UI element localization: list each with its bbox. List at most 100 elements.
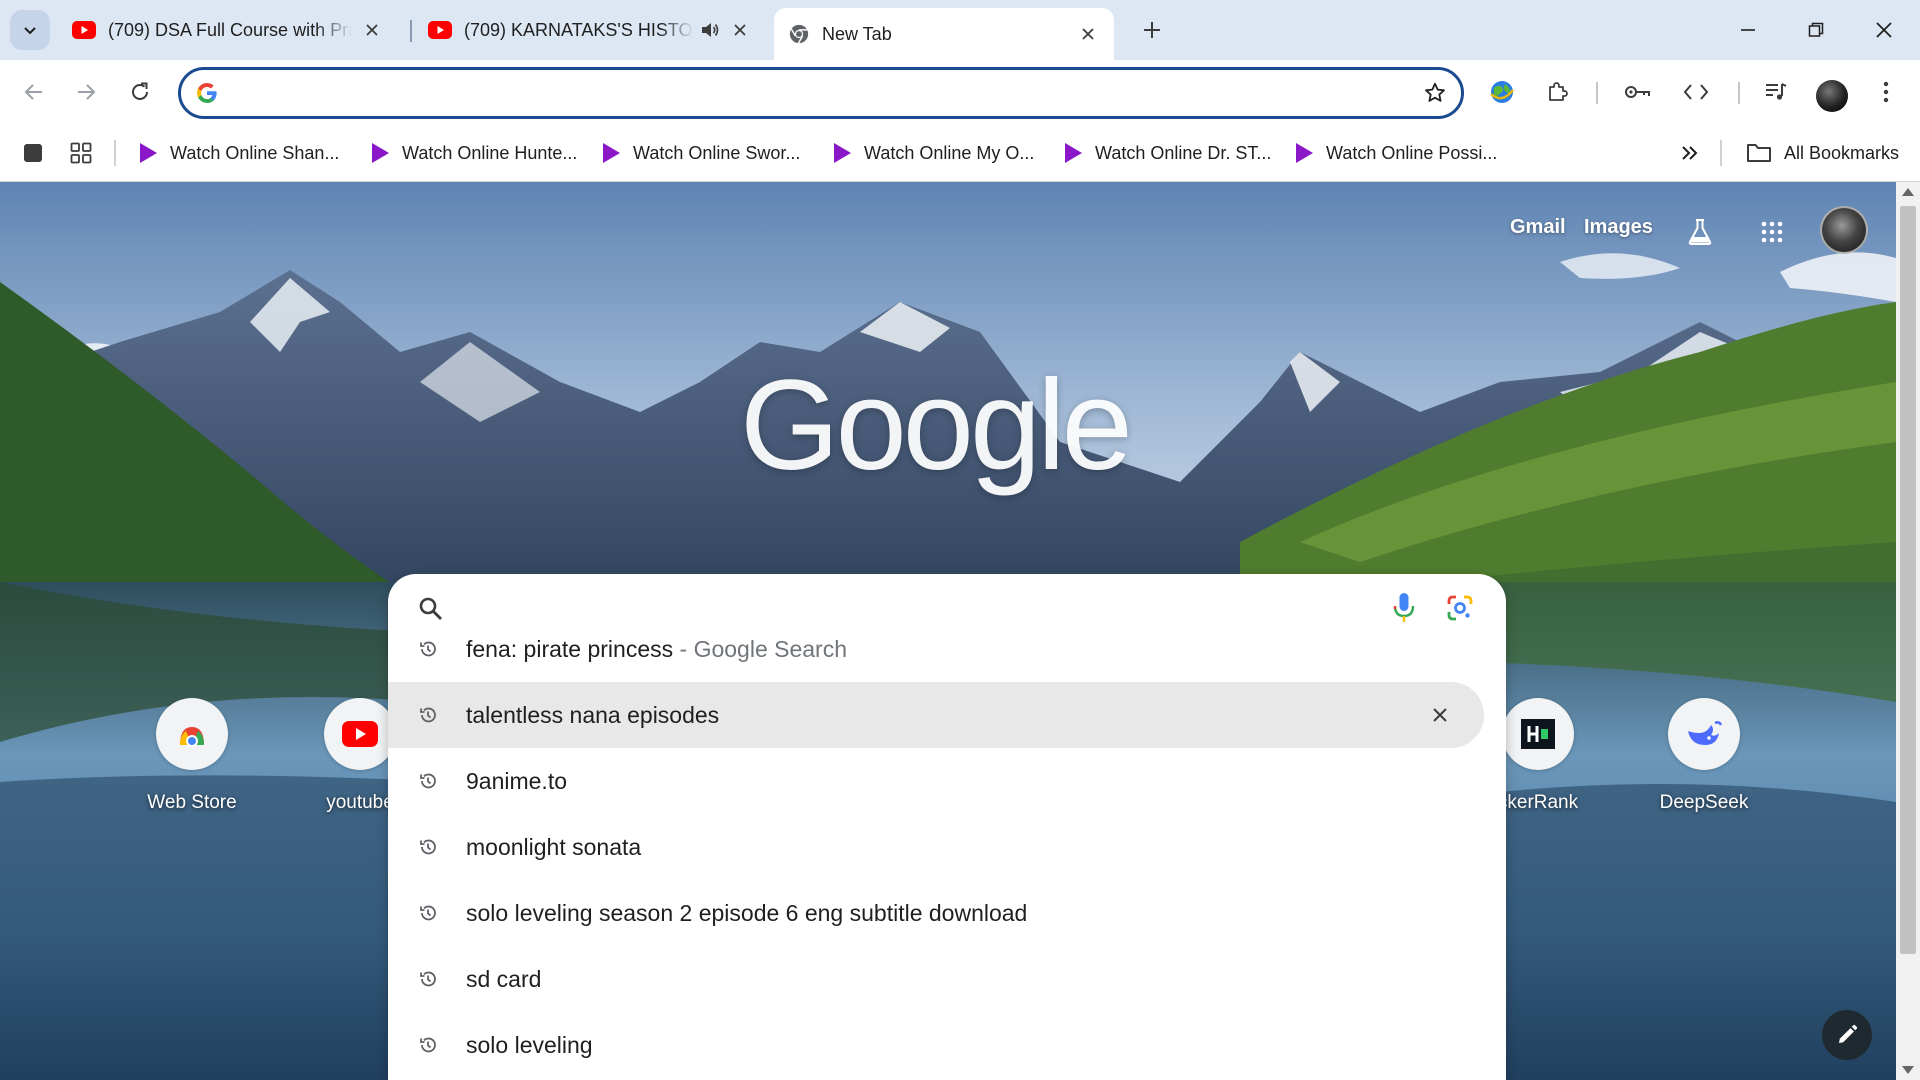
minimize-button[interactable] (1720, 8, 1776, 52)
tab-close-button[interactable] (1076, 22, 1100, 46)
suggestion-item[interactable]: solo leveling (388, 1012, 1484, 1078)
tab-search-button[interactable] (10, 10, 50, 50)
tab-new-tab[interactable]: New Tab (774, 8, 1114, 60)
images-link[interactable]: Images (1584, 216, 1653, 239)
media-controls-button[interactable] (1756, 72, 1796, 112)
folder-icon (1747, 144, 1771, 162)
reload-icon (132, 82, 148, 100)
bookmark-label: Watch Online Swor... (633, 142, 801, 163)
suggestion-item[interactable]: sd card (388, 946, 1484, 1012)
address-input[interactable] (231, 76, 1381, 110)
shortcut-deepseek[interactable]: DeepSeek (1634, 698, 1774, 814)
suggestion-item[interactable]: moonlight sonata (388, 814, 1484, 880)
play-icon (372, 143, 389, 163)
speaker-icon[interactable] (700, 21, 720, 39)
deepseek-whale-icon (1688, 721, 1723, 745)
history-icon (420, 905, 436, 921)
address-bar[interactable] (178, 67, 1464, 119)
shortcut-icon-circle (324, 698, 396, 770)
bookmark-star-icon[interactable] (1423, 81, 1447, 105)
restore-button[interactable] (1788, 8, 1844, 52)
search-box-dropdown: fena: pirate princess - Google Search ta… (388, 574, 1506, 1080)
play-icon (603, 143, 620, 163)
scroll-down-arrow[interactable] (1902, 1066, 1914, 1074)
suggestion-item[interactable]: fena: pirate princess - Google Search (388, 616, 1484, 682)
labs-button[interactable] (1680, 212, 1720, 252)
hackerrank-icon (1521, 719, 1555, 749)
close-icon (366, 24, 378, 36)
toolbar-divider (1738, 82, 1740, 104)
flask-icon (1688, 219, 1712, 245)
history-icon (420, 839, 436, 855)
arrow-right-icon (78, 84, 96, 100)
tab-dsa-course[interactable]: (709) DSA Full Course with Prac (58, 8, 398, 52)
all-bookmarks-label: All Bookmarks (1784, 142, 1900, 163)
extensions-button[interactable] (1538, 72, 1578, 112)
new-tab-button[interactable] (1136, 14, 1168, 46)
suggestion-item[interactable]: solo leveling season 2 episode 6 eng sub… (388, 880, 1484, 946)
tab-title: New Tab (822, 23, 892, 44)
bookmark-separator (1720, 140, 1722, 166)
toolbar (0, 60, 1920, 124)
remove-suggestion-button[interactable] (1428, 703, 1452, 727)
key-icon (1625, 86, 1650, 98)
all-bookmarks-button[interactable]: All Bookmarks (1746, 136, 1899, 170)
bookmark-square-button[interactable] (16, 136, 50, 170)
extension-globe-button[interactable] (1482, 72, 1522, 112)
arrow-left-icon (24, 84, 42, 100)
square-icon (24, 144, 42, 162)
google-logo: Google (740, 354, 1133, 497)
tab-karnataka-history[interactable]: (709) KARNATAKS'S HISTOR (414, 8, 766, 52)
developer-tools-button[interactable] (1676, 72, 1716, 112)
shortcut-web-store[interactable]: Web Store (122, 698, 262, 814)
history-icon (420, 641, 436, 657)
suggestion-text: moonlight sonata (466, 833, 642, 860)
customize-chrome-button[interactable] (1822, 1010, 1872, 1060)
web-store-icon (180, 727, 204, 747)
bookmark-label: Watch Online My O... (864, 142, 1035, 163)
suggestion-item-selected[interactable]: talentless nana episodes (388, 682, 1484, 748)
bookmark-label: Watch Online Dr. ST... (1095, 142, 1272, 163)
profile-avatar[interactable] (1816, 80, 1848, 112)
scrollbar-thumb[interactable] (1900, 206, 1916, 954)
page-scrollbar[interactable] (1896, 182, 1920, 1080)
scroll-up-arrow[interactable] (1902, 188, 1914, 196)
play-icon (1296, 143, 1313, 163)
history-icon (420, 1037, 436, 1053)
bookmark-item[interactable]: Watch Online Shan... (138, 136, 339, 170)
bookmark-label: Watch Online Possi... (1326, 142, 1498, 163)
chrome-icon (789, 24, 809, 44)
bookmark-item[interactable]: Watch Online Swor... (601, 136, 800, 170)
password-manager-button[interactable] (1618, 72, 1658, 112)
bookmark-item[interactable]: Watch Online Dr. ST... (1063, 136, 1271, 170)
google-apps-button[interactable] (1752, 212, 1792, 252)
back-button[interactable] (14, 72, 54, 112)
suggestion-text: solo leveling (466, 1031, 593, 1058)
tab-close-button[interactable] (360, 18, 384, 42)
shortcut-label: ckerRank (1497, 792, 1579, 813)
chrome-menu-button[interactable] (1866, 72, 1906, 112)
close-window-button[interactable] (1856, 8, 1912, 52)
shortcut-label: DeepSeek (1659, 792, 1749, 813)
double-chevron-right-icon (1682, 146, 1698, 160)
forward-button[interactable] (66, 72, 106, 112)
tab-close-button[interactable] (728, 18, 752, 42)
history-icon (420, 773, 436, 789)
google-g-icon (196, 83, 217, 104)
globe-extension-icon (1490, 81, 1514, 103)
bookmark-item[interactable]: Watch Online My O... (832, 136, 1034, 170)
apps-button[interactable] (64, 136, 98, 170)
tab-title: (709) DSA Full Course with Prac (108, 19, 352, 40)
account-avatar[interactable] (1820, 206, 1868, 254)
suggestion-text: 9anime.to (466, 767, 568, 794)
shortcut-icon-circle (156, 698, 228, 770)
more-bookmarks-button[interactable] (1672, 136, 1706, 170)
history-icon (420, 971, 436, 987)
gmail-link[interactable]: Gmail (1510, 216, 1566, 239)
bookmark-item[interactable]: Watch Online Possi... (1294, 136, 1497, 170)
suggestion-item[interactable]: 9anime.to (388, 748, 1484, 814)
bookmark-item[interactable]: Watch Online Hunte... (370, 136, 577, 170)
close-icon (1876, 22, 1892, 38)
reload-button[interactable] (120, 72, 160, 112)
shortcut-icon-circle (1668, 698, 1740, 770)
